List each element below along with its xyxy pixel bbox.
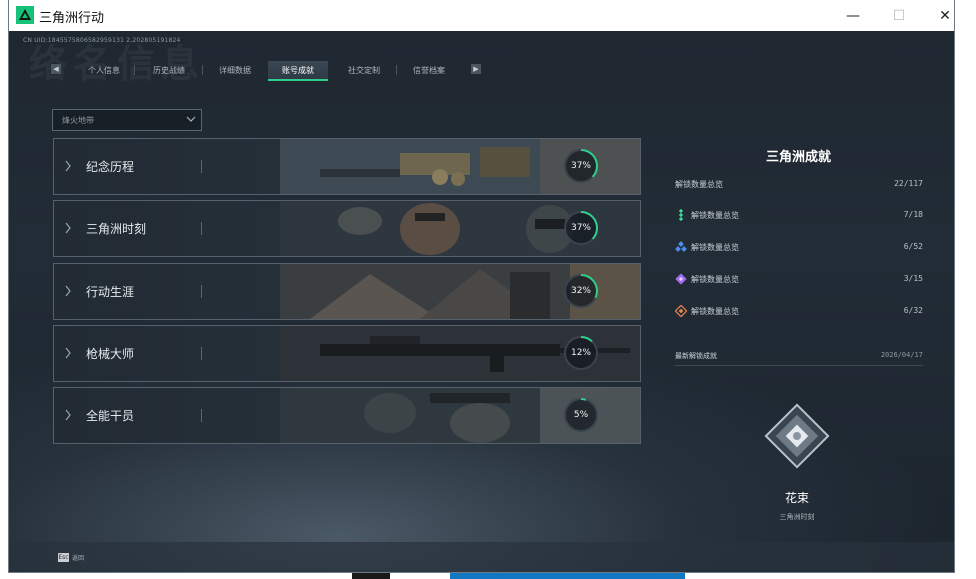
unlock-row-value: 3/15 (903, 274, 923, 283)
unlock-row-green: 解锁数量总览 7/18 (675, 208, 923, 222)
app-window: 三角洲行动 — ☐ ✕ 络名信息 CN UID:1845575806582959… (9, 0, 954, 572)
tab-label: 个人信息 (88, 65, 120, 75)
unlock-row-blue: 解锁数量总览 6/52 (675, 240, 923, 254)
game-content: 络名信息 CN UID:1845575806582959131 2,202805… (9, 31, 954, 572)
unlock-row-orange: 解锁数量总览 6/32 (675, 304, 923, 318)
filter-label: 烽火地带 (62, 116, 94, 125)
unlock-row-label: 解锁数量总览 (691, 211, 739, 220)
minimize-icon: — (846, 7, 860, 24)
card-divider (201, 285, 202, 298)
progress-percent: 32% (570, 286, 591, 296)
window-title: 三角洲行动 (39, 11, 105, 26)
card-divider (201, 347, 202, 360)
card-divider (201, 222, 202, 235)
tab-profile[interactable]: 个人信息 (74, 61, 134, 79)
chevron-right-icon (65, 160, 71, 172)
tab-label: 账号成就 (282, 65, 314, 75)
chevron-down-icon (186, 116, 196, 122)
card-divider (201, 160, 202, 173)
unlock-row-value: 7/18 (903, 210, 923, 219)
mode-filter-dropdown[interactable]: 烽火地带 (52, 109, 202, 131)
close-icon: ✕ (939, 7, 951, 24)
desktop-right-strip (954, 0, 976, 579)
tab-divider (134, 65, 135, 75)
chevron-right-icon (65, 285, 71, 297)
category-card-all-round-operator[interactable]: 全能干员 5% (53, 387, 641, 444)
category-title: 全能干员 (86, 409, 135, 423)
tab-reputation[interactable]: 信誉档案 (399, 61, 459, 79)
card-divider (201, 409, 202, 422)
achievement-medal-icon[interactable] (762, 401, 832, 471)
desktop-left-strip (0, 0, 9, 579)
tab-social[interactable]: 社交定制 (334, 61, 394, 79)
chevron-right-icon (65, 347, 71, 359)
taskbar-fragment (352, 571, 390, 579)
total-unlock-label: 解锁数量总览 (675, 180, 723, 189)
tab-divider (202, 65, 203, 75)
category-card-memorial[interactable]: 纪念历程 37% (53, 138, 641, 195)
total-unlock-value: 22/117 (894, 179, 923, 188)
purple-emblem-icon (675, 273, 687, 285)
unlock-row-label: 解锁数量总览 (691, 243, 739, 252)
latest-unlock-header: 最新解锁成就 2026/04/17 (675, 351, 923, 366)
chevron-right-icon: ▶ (473, 65, 479, 73)
latest-unlock-label: 最新解锁成就 (675, 352, 717, 360)
progress-percent: 5% (573, 410, 589, 420)
latest-unlock-date: 2026/04/17 (880, 351, 923, 359)
esc-key-label: Esc (58, 554, 69, 561)
tab-next-button[interactable]: ▶ (471, 64, 481, 74)
category-title: 三角洲时刻 (86, 222, 147, 236)
title-bar: 三角洲行动 — ☐ ✕ (9, 0, 954, 32)
category-title: 行动生涯 (86, 285, 135, 299)
category-title: 枪械大师 (86, 347, 135, 361)
unlock-row-value: 6/52 (903, 242, 923, 251)
latest-achievement-category: 三角洲时刻 (779, 513, 815, 521)
chevron-right-icon (65, 222, 71, 234)
blue-emblem-icon (675, 241, 687, 252)
category-title: 纪念历程 (86, 160, 135, 174)
green-emblem-icon (678, 209, 684, 221)
minimize-button[interactable]: — (830, 0, 876, 31)
tab-label: 社交定制 (348, 65, 380, 75)
achievements-title: 三角洲成就 (766, 150, 832, 165)
unlock-row-label: 解锁数量总览 (691, 307, 739, 316)
tab-achievements[interactable]: 账号成就 (268, 61, 328, 81)
unlock-row-label: 解锁数量总览 (691, 275, 739, 284)
progress-percent: 37% (570, 223, 591, 233)
unlock-row-value: 6/32 (903, 306, 923, 315)
tab-detailed-data[interactable]: 详细数据 (204, 61, 266, 79)
maximize-button[interactable]: ☐ (876, 0, 922, 31)
tab-label: 信誉档案 (413, 65, 445, 75)
tab-prev-button[interactable]: ◀ (51, 64, 61, 74)
progress-percent: 37% (570, 161, 591, 171)
tab-divider (396, 65, 397, 75)
back-label: 返回 (72, 555, 85, 562)
esc-key-button[interactable]: Esc (58, 553, 69, 562)
progress-percent: 12% (570, 348, 591, 358)
taskbar-highlight (450, 571, 685, 579)
maximize-icon: ☐ (892, 7, 906, 24)
category-card-career[interactable]: 行动生涯 32% (53, 263, 641, 320)
tab-history[interactable]: 历史战绩 (138, 61, 200, 79)
category-card-gun-master[interactable]: 枪械大师 12% (53, 325, 641, 382)
category-card-delta-moments[interactable]: 三角洲时刻 37% (53, 200, 641, 257)
chevron-left-icon: ◀ (53, 65, 59, 73)
footer-bar (9, 542, 954, 572)
tab-label: 详细数据 (219, 65, 251, 75)
latest-achievement-name: 花束 (784, 491, 809, 505)
uid-text: CN UID:1845575806582959131 2,20280519182… (23, 37, 181, 44)
total-unlock-row: 解锁数量总览 22/117 (675, 179, 923, 190)
app-logo-icon (16, 6, 34, 24)
chevron-right-icon (65, 409, 71, 421)
close-button[interactable]: ✕ (922, 0, 954, 31)
orange-emblem-icon (675, 305, 687, 317)
tab-label: 历史战绩 (153, 65, 185, 75)
unlock-row-purple: 解锁数量总览 3/15 (675, 272, 923, 286)
